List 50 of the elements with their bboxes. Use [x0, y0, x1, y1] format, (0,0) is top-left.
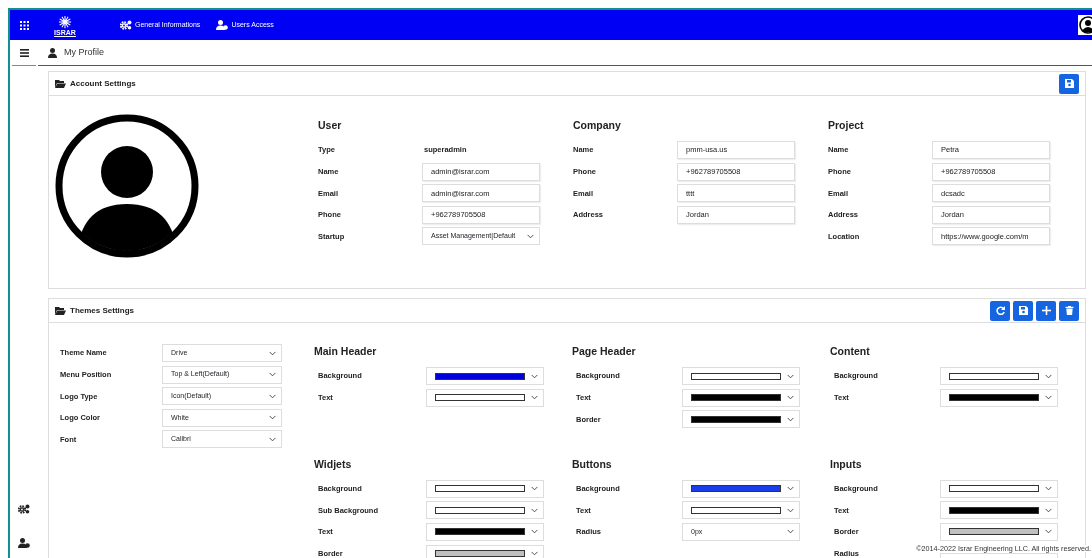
color-select[interactable]	[940, 367, 1058, 385]
section-title: Main Header	[314, 344, 378, 358]
trash-icon	[1064, 306, 1074, 315]
folder-icon	[55, 307, 66, 316]
section-title: Project	[828, 118, 865, 132]
color-select[interactable]	[682, 479, 800, 498]
section-title: Widjets	[314, 456, 353, 471]
app-grid-icon[interactable]	[19, 20, 29, 30]
color-select[interactable]	[682, 501, 800, 520]
save-button[interactable]	[1059, 73, 1079, 94]
color-select[interactable]	[426, 367, 544, 385]
menu-icon[interactable]	[19, 48, 29, 57]
color-select[interactable]	[940, 388, 1058, 407]
color-select[interactable]	[426, 544, 544, 558]
section-title: Page Header	[572, 344, 637, 358]
color-select[interactable]	[426, 522, 544, 541]
plus-icon	[1041, 306, 1051, 315]
section-title: Content	[830, 344, 871, 358]
section-title: User	[318, 118, 343, 132]
user-icon	[216, 20, 229, 30]
save-button[interactable]	[1013, 300, 1033, 321]
section-title: Company	[573, 118, 622, 132]
color-select[interactable]	[426, 479, 544, 498]
color-select[interactable]	[426, 388, 544, 407]
color-select[interactable]	[940, 479, 1058, 498]
avatar-icon[interactable]	[1078, 15, 1092, 35]
delete-button[interactable]	[1059, 300, 1079, 321]
section-title: Buttons	[572, 456, 613, 471]
refresh-button[interactable]	[990, 300, 1010, 321]
refresh-icon	[995, 306, 1005, 315]
color-select[interactable]	[682, 388, 800, 407]
profile-avatar-icon	[55, 114, 199, 258]
add-button[interactable]	[1036, 300, 1056, 321]
logo-icon	[58, 14, 72, 29]
save-icon	[1064, 79, 1074, 88]
color-select[interactable]	[940, 522, 1058, 541]
save-icon	[1018, 306, 1028, 315]
folder-icon	[55, 80, 66, 89]
color-select[interactable]	[426, 501, 544, 520]
user-icon[interactable]	[18, 537, 30, 548]
user-icon	[48, 48, 60, 59]
page-title: My Profile	[64, 45, 104, 59]
panel-title: Account Settings	[70, 77, 136, 90]
panel-title: Themes Settings	[70, 304, 134, 317]
color-select[interactable]	[682, 410, 800, 429]
color-select[interactable]	[682, 367, 800, 385]
color-select[interactable]	[940, 501, 1058, 520]
gears-icon	[120, 20, 132, 30]
gears-icon[interactable]	[18, 503, 30, 514]
section-title: Inputs	[830, 456, 863, 471]
